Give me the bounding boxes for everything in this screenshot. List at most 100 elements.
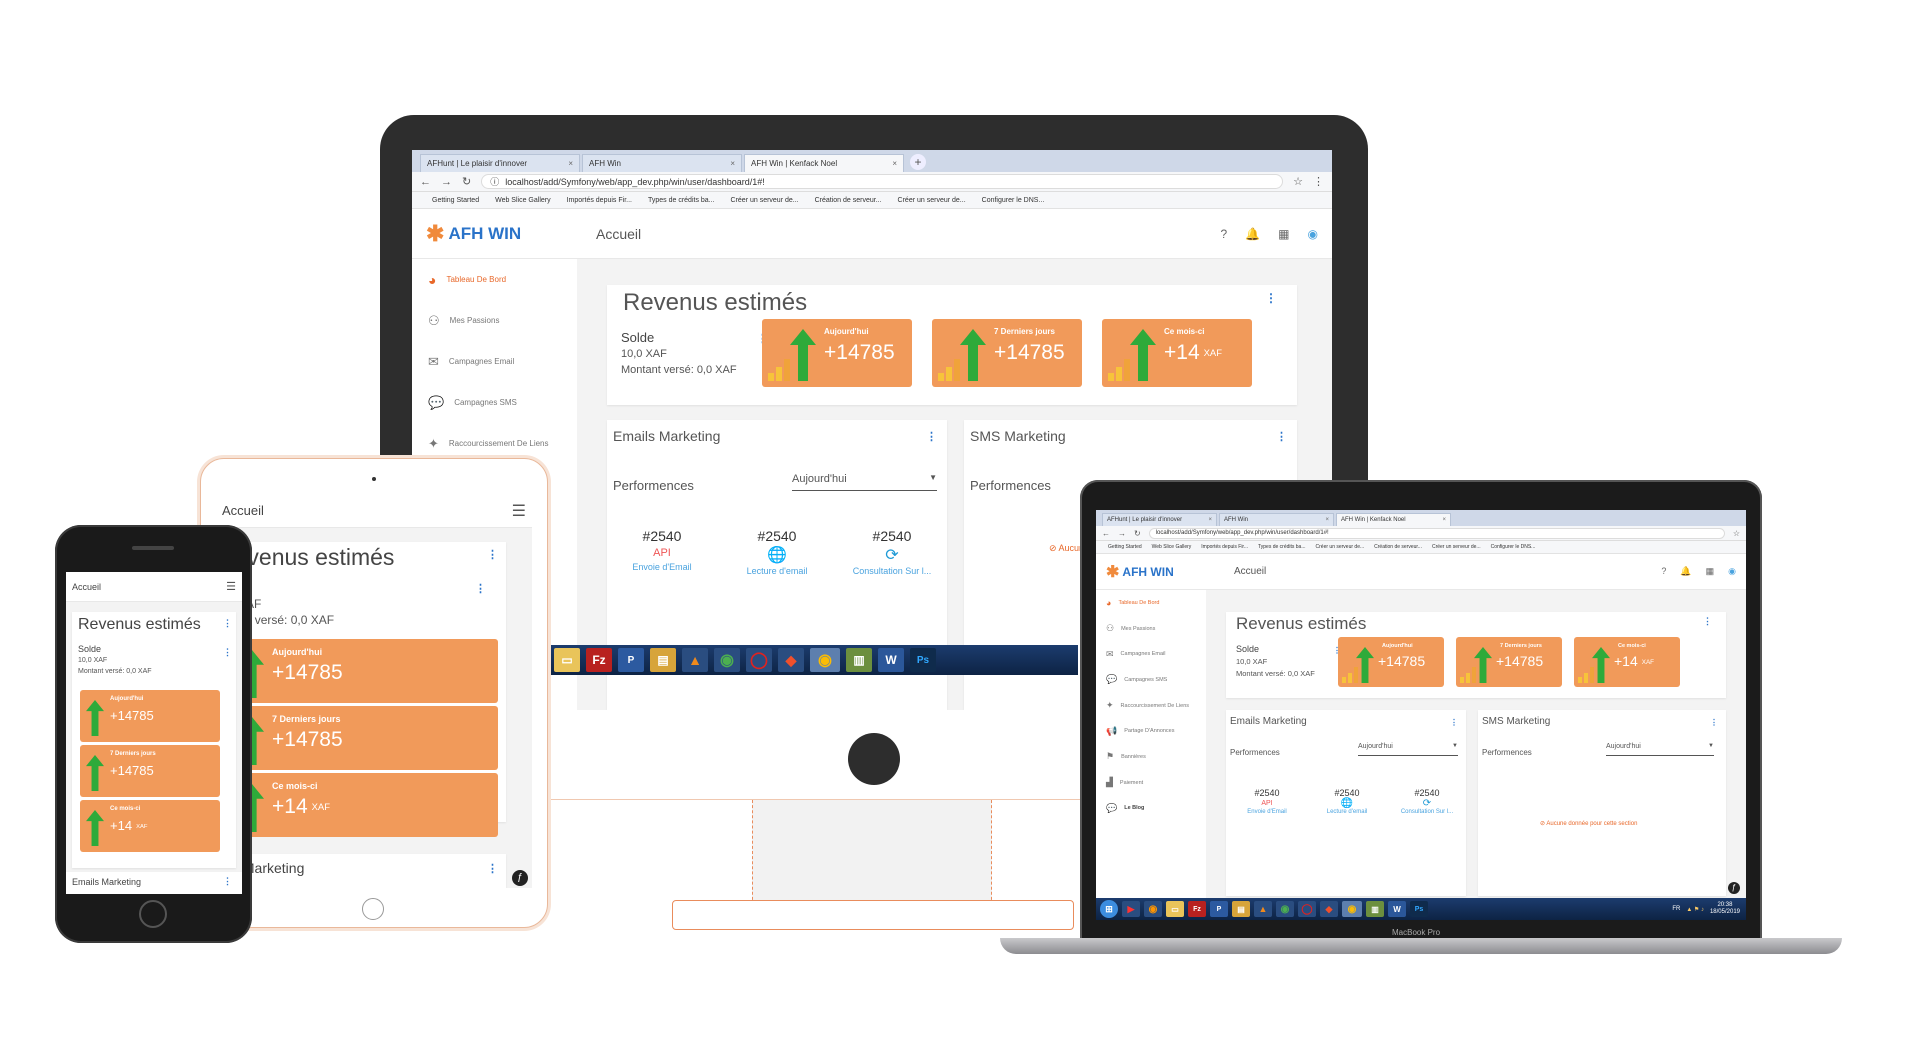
tray-icons[interactable]: ▲ ⚑ ♪ bbox=[1686, 906, 1704, 913]
sidebar-item-sms[interactable]: 💬 Campagnes SMS bbox=[412, 382, 577, 423]
stat-card-month[interactable]: Ce mois-ci +14 XAF bbox=[80, 800, 220, 852]
bookmark[interactable]: Configurer le DNS... bbox=[982, 197, 1045, 204]
forward-icon[interactable]: → bbox=[441, 176, 452, 188]
back-icon[interactable]: ← bbox=[1102, 529, 1110, 538]
powershell-icon[interactable]: P bbox=[618, 648, 644, 672]
bookmark[interactable]: Getting Started bbox=[432, 197, 479, 204]
bookmark[interactable]: Créer un serveur de... bbox=[731, 197, 799, 204]
notepad-icon[interactable]: ▥ bbox=[1366, 901, 1384, 917]
stat-card-today[interactable]: Aujourd'hui +14785 bbox=[80, 690, 220, 742]
kebab-menu-icon[interactable]: ⋮ bbox=[487, 548, 498, 561]
new-tab-icon[interactable]: + bbox=[910, 154, 926, 170]
opera-icon[interactable]: ◯ bbox=[1298, 901, 1316, 917]
notepad-icon[interactable]: ▥ bbox=[846, 648, 872, 672]
tablet-home-button[interactable] bbox=[362, 898, 384, 920]
apps-grid-icon[interactable]: ▦ bbox=[1278, 227, 1289, 241]
chrome-active-icon[interactable]: ◉ bbox=[810, 648, 840, 672]
close-icon[interactable]: × bbox=[892, 159, 897, 168]
kebab-menu-icon[interactable]: ⋮ bbox=[487, 862, 498, 875]
reload-icon[interactable]: ↻ bbox=[1134, 529, 1141, 538]
git-icon[interactable]: ◆ bbox=[1320, 901, 1338, 917]
chrome-active-icon[interactable]: ◉ bbox=[1342, 901, 1362, 917]
stat-card-7days[interactable]: 7 Derniers jours +14785 bbox=[932, 319, 1082, 387]
bookmark[interactable]: Création de serveur... bbox=[1374, 544, 1422, 550]
browser-tab[interactable]: AFHunt | Le plaisir d'innover × bbox=[420, 154, 580, 172]
chrome-icon[interactable]: ◉ bbox=[714, 648, 740, 672]
symfony-icon[interactable]: ƒ bbox=[512, 870, 528, 886]
word-icon[interactable]: W bbox=[1388, 901, 1406, 917]
kebab-menu-icon[interactable]: ⋮ bbox=[1703, 616, 1712, 627]
bell-icon[interactable]: 🔔 bbox=[1245, 227, 1260, 241]
sidebar-item-passions[interactable]: ⚇ Mes Passions bbox=[412, 300, 577, 341]
kebab-menu-icon[interactable]: ⋮ bbox=[475, 582, 486, 595]
close-icon[interactable]: × bbox=[568, 159, 573, 168]
browser-tab[interactable]: AFH Win × bbox=[582, 154, 742, 172]
bookmark[interactable]: Créer un serveur de... bbox=[1316, 544, 1365, 550]
star-icon[interactable]: ☆ bbox=[1733, 529, 1740, 538]
stat-card-7days[interactable]: 7 Derniers jours +14785 bbox=[1456, 637, 1562, 687]
filezilla-icon[interactable]: Fz bbox=[1188, 901, 1206, 917]
clock[interactable]: 20:38 18/05/2019 bbox=[1710, 902, 1740, 916]
explorer-icon[interactable]: ▤ bbox=[650, 648, 676, 672]
stat-card-month[interactable]: Ce mois-ci +14 XAF bbox=[1102, 319, 1252, 387]
bookmark[interactable]: Types de crédits ba... bbox=[1258, 544, 1306, 550]
help-icon[interactable]: ? bbox=[1221, 227, 1228, 241]
reload-icon[interactable]: ↻ bbox=[462, 175, 471, 188]
close-icon[interactable]: × bbox=[1442, 517, 1446, 523]
sidebar-item-banners[interactable]: ⚑ Bannières bbox=[1096, 744, 1206, 770]
metric-caption[interactable]: Consultation Sur l... bbox=[847, 566, 937, 576]
sidebar-item-email[interactable]: ✉ Campagnes Email bbox=[412, 341, 577, 382]
hamburger-icon[interactable]: ☰ bbox=[226, 580, 236, 593]
sidebar-item-blog[interactable]: 💬 Le Blog bbox=[1096, 796, 1206, 822]
start-icon[interactable]: ⊞ bbox=[1100, 900, 1118, 918]
app-logo[interactable]: ✱ AFH WIN bbox=[1106, 562, 1234, 582]
stat-card-7days[interactable]: 7 Derniers jours +14785 bbox=[228, 706, 498, 770]
opera-icon[interactable]: ◯ bbox=[746, 648, 772, 672]
close-icon[interactable]: × bbox=[1208, 517, 1212, 523]
kebab-menu-icon[interactable]: ⋮ bbox=[1276, 430, 1287, 443]
hamburger-icon[interactable]: ☰ bbox=[512, 501, 526, 521]
avatar[interactable]: ◉ bbox=[1308, 227, 1318, 241]
bookmark[interactable]: Créer un serveur de... bbox=[898, 197, 966, 204]
kebab-menu-icon[interactable]: ⋮ bbox=[1710, 718, 1718, 727]
sidebar-item-links[interactable]: ✦ Raccourcissement De Liens bbox=[1096, 693, 1206, 719]
kebab-menu-icon[interactable]: ⋮ bbox=[1265, 291, 1277, 305]
bookmark[interactable]: Getting Started bbox=[1108, 544, 1142, 550]
filezilla-icon[interactable]: Fz bbox=[586, 648, 612, 672]
stat-card-7days[interactable]: 7 Derniers jours +14785 bbox=[80, 745, 220, 797]
stat-card-month[interactable]: Ce mois-ci +14 XAF bbox=[228, 773, 498, 837]
browser-tab[interactable]: AFH Win | Kenfack Noel × bbox=[744, 154, 904, 172]
firefox-icon[interactable]: ◉ bbox=[1144, 901, 1162, 917]
metric-caption[interactable]: Lecture d'email bbox=[1312, 809, 1382, 815]
word-icon[interactable]: W bbox=[878, 648, 904, 672]
metric-caption[interactable]: Lecture d'email bbox=[732, 566, 822, 576]
stat-card-today[interactable]: Aujourd'hui +14785 bbox=[1338, 637, 1444, 687]
explorer-icon[interactable]: ▤ bbox=[1232, 901, 1250, 917]
language-indicator[interactable]: FR bbox=[1672, 906, 1680, 912]
period-select[interactable]: Aujourd'hui ▼ bbox=[1358, 743, 1458, 756]
app-logo[interactable]: ✱ AFH WIN bbox=[426, 221, 596, 247]
powershell-icon[interactable]: P bbox=[1210, 901, 1228, 917]
sidebar-item-sms[interactable]: 💬 Campagnes SMS bbox=[1096, 667, 1206, 693]
sidebar-item-payment[interactable]: ▟ Paiement bbox=[1096, 770, 1206, 796]
bookmark[interactable]: Importés depuis Fir... bbox=[567, 197, 632, 204]
bookmark[interactable]: Types de crédits ba... bbox=[648, 197, 715, 204]
folder-icon[interactable]: ▭ bbox=[1166, 901, 1184, 917]
period-select[interactable]: Aujourd'hui ▼ bbox=[792, 473, 937, 491]
kebab-menu-icon[interactable]: ⋮ bbox=[223, 647, 232, 658]
stat-card-today[interactable]: Aujourd'hui +14785 bbox=[762, 319, 912, 387]
kebab-menu-icon[interactable]: ⋮ bbox=[926, 430, 937, 443]
sidebar-item-email[interactable]: ✉ Campagnes Email bbox=[1096, 641, 1206, 667]
symfony-icon[interactable]: ƒ bbox=[1728, 882, 1740, 894]
vlc-icon[interactable]: ▲ bbox=[682, 648, 708, 672]
avatar[interactable]: ◉ bbox=[1728, 566, 1736, 577]
metric-caption[interactable]: Envoie d'Email bbox=[1232, 809, 1302, 815]
bookmark[interactable]: Configurer le DNS... bbox=[1491, 544, 1536, 550]
kebab-menu-icon[interactable]: ⋮ bbox=[223, 618, 232, 629]
browser-tab[interactable]: AFH Win | Kenfack Noel × bbox=[1336, 513, 1451, 526]
folder-icon[interactable]: ▭ bbox=[554, 648, 580, 672]
bookmark[interactable]: Importés depuis Fir... bbox=[1201, 544, 1248, 550]
bookmark[interactable]: Création de serveur... bbox=[815, 197, 882, 204]
apps-grid-icon[interactable]: ▦ bbox=[1706, 566, 1715, 577]
sidebar-item-dashboard[interactable]: ◕ Tableau De Bord bbox=[1096, 590, 1206, 616]
